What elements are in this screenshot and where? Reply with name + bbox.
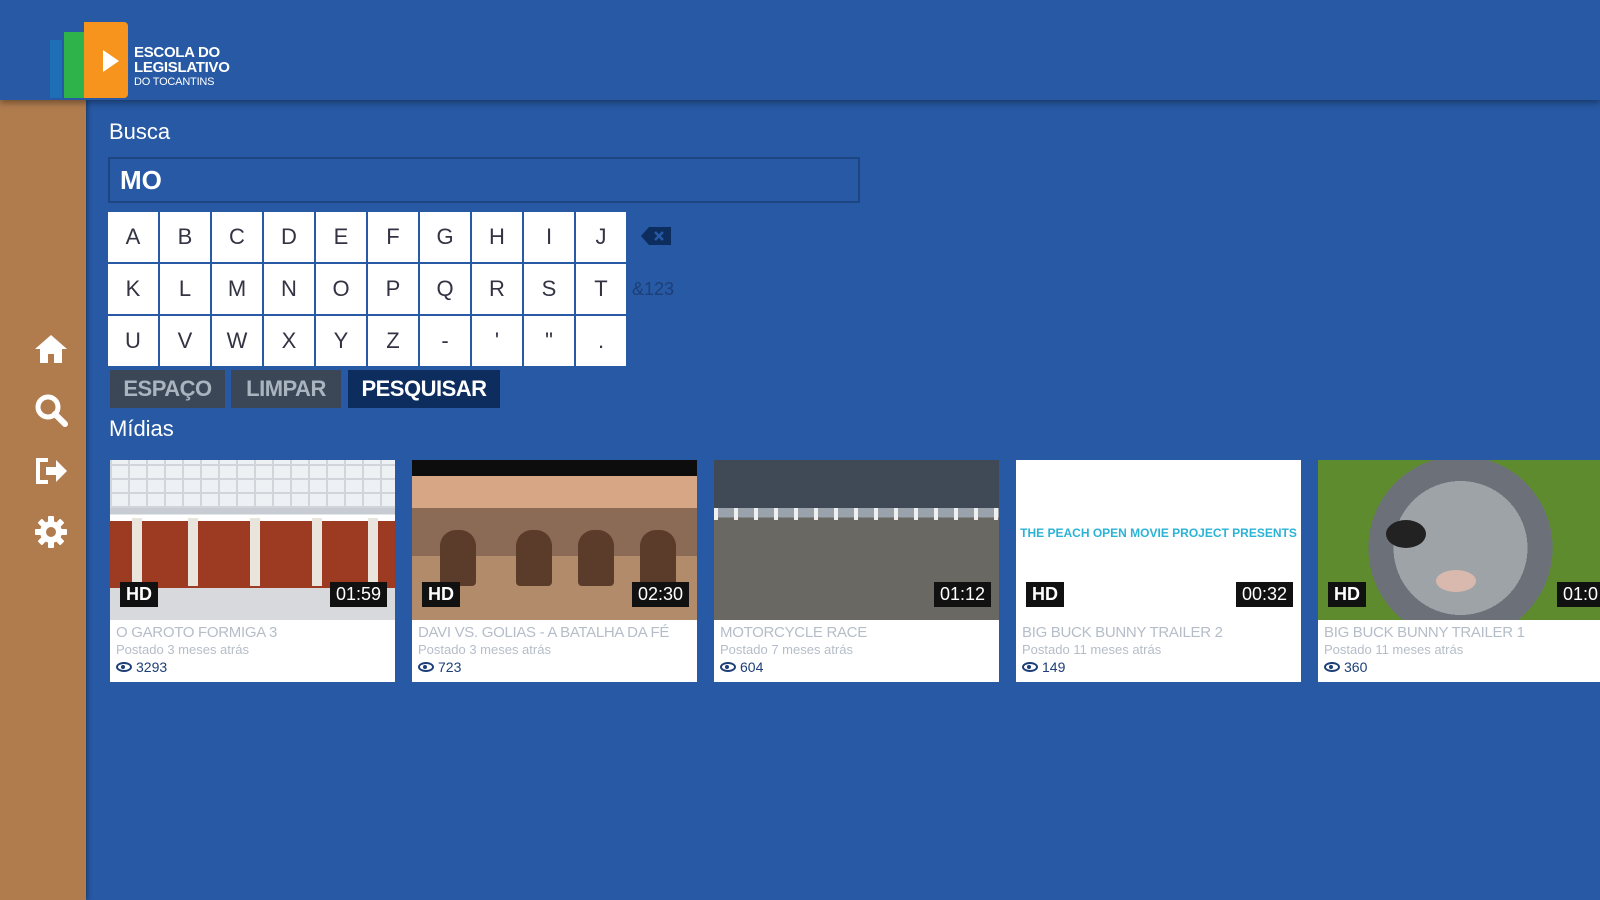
media-title: BIG BUCK BUNNY TRAILER 1	[1324, 624, 1525, 641]
eye-icon	[1022, 662, 1038, 672]
key[interactable]: -	[420, 316, 470, 366]
logo-mark	[48, 22, 130, 98]
view-count: 3293	[136, 659, 168, 675]
duration-badge: 01:12	[933, 582, 991, 607]
key[interactable]: F	[368, 212, 418, 262]
top-bar: ESCOLA DO LEGISLATIVO DO TOCANTINS	[0, 0, 1600, 100]
key[interactable]: B	[160, 212, 210, 262]
logo-text-line3: DO TOCANTINS	[134, 76, 215, 88]
sidebar-item-settings[interactable]	[32, 513, 70, 551]
key[interactable]: .	[576, 316, 626, 366]
duration-badge: 00:32	[1235, 582, 1293, 607]
thumbnail-caption: THE PEACH OPEN MOVIE PROJECT PRESENTS	[1020, 526, 1297, 540]
key[interactable]: H	[472, 212, 522, 262]
key[interactable]: U	[108, 316, 158, 366]
key[interactable]: R	[472, 264, 522, 314]
hd-badge: HD	[1328, 582, 1366, 607]
gear-icon	[35, 516, 67, 548]
key[interactable]: M	[212, 264, 262, 314]
key[interactable]: A	[108, 212, 158, 262]
key[interactable]: D	[264, 212, 314, 262]
search-input[interactable]: MO	[108, 157, 860, 203]
key[interactable]: X	[264, 316, 314, 366]
key[interactable]: L	[160, 264, 210, 314]
symbols-key[interactable]: &123	[632, 279, 674, 300]
eye-icon	[720, 662, 736, 672]
key[interactable]: J	[576, 212, 626, 262]
logo-text-line1: ESCOLA DO	[134, 44, 220, 61]
view-count: 360	[1344, 659, 1368, 675]
eye-icon	[1324, 662, 1340, 672]
sidebar-item-logout[interactable]	[32, 452, 70, 490]
key[interactable]: K	[108, 264, 158, 314]
duration-badge: 01:0	[1556, 582, 1600, 607]
media-title: MOTORCYCLE RACE	[720, 624, 867, 641]
key[interactable]: S	[524, 264, 574, 314]
eye-icon	[116, 662, 132, 672]
key[interactable]: E	[316, 212, 366, 262]
media-posted: Postado 11 meses atrás	[1022, 642, 1162, 657]
sidebar	[0, 100, 86, 900]
key[interactable]: Q	[420, 264, 470, 314]
media-card[interactable]: HD 02:30 DAVI VS. GOLIAS - A BATALHA DA …	[412, 460, 697, 682]
media-posted: Postado 11 meses atrás	[1324, 642, 1464, 657]
sidebar-item-home[interactable]	[32, 330, 70, 368]
sidebar-item-search[interactable]	[32, 391, 70, 429]
duration-badge: 01:59	[329, 582, 387, 607]
media-card[interactable]: HD 01:0 BIG BUCK BUNNY TRAILER 1 Postado…	[1318, 460, 1600, 682]
view-count: 149	[1042, 659, 1066, 675]
hd-badge: HD	[422, 582, 460, 607]
search-icon	[35, 394, 68, 427]
key[interactable]: "	[524, 316, 574, 366]
hd-badge: HD	[120, 582, 158, 607]
view-count: 723	[438, 659, 462, 675]
media-title: BIG BUCK BUNNY TRAILER 2	[1022, 624, 1223, 641]
logo-text-line2: LEGISLATIVO	[134, 59, 230, 76]
key[interactable]: T	[576, 264, 626, 314]
media-posted: Postado 7 meses atrás	[720, 642, 853, 657]
media-posted: Postado 3 meses atrás	[116, 642, 249, 657]
media-card[interactable]: HD 01:59 O GAROTO FORMIGA 3 Postado 3 me…	[110, 460, 395, 682]
media-card[interactable]: 01:12 MOTORCYCLE RACE Postado 7 meses at…	[714, 460, 999, 682]
space-button[interactable]: ESPAÇO	[110, 370, 225, 408]
key[interactable]: W	[212, 316, 262, 366]
backspace-icon[interactable]	[640, 226, 672, 246]
key[interactable]: I	[524, 212, 574, 262]
key[interactable]: V	[160, 316, 210, 366]
view-count: 604	[740, 659, 764, 675]
app-logo: ESCOLA DO LEGISLATIVO DO TOCANTINS	[48, 22, 230, 98]
search-label: Busca	[109, 119, 171, 144]
key[interactable]: N	[264, 264, 314, 314]
duration-badge: 02:30	[631, 582, 689, 607]
hd-badge: HD	[1026, 582, 1064, 607]
search-button[interactable]: PESQUISAR	[348, 370, 500, 408]
media-title: DAVI VS. GOLIAS - A BATALHA DA FÉ	[418, 624, 670, 641]
key[interactable]: G	[420, 212, 470, 262]
key[interactable]: C	[212, 212, 262, 262]
logout-icon	[36, 458, 67, 484]
media-section-title: Mídias	[109, 416, 174, 441]
media-posted: Postado 3 meses atrás	[418, 642, 551, 657]
key[interactable]: '	[472, 316, 522, 366]
key[interactable]: Y	[316, 316, 366, 366]
key[interactable]: P	[368, 264, 418, 314]
home-icon	[35, 335, 67, 363]
eye-icon	[418, 662, 434, 672]
media-card[interactable]: THE PEACH OPEN MOVIE PROJECT PRESENTS HD…	[1016, 460, 1301, 682]
media-title: O GAROTO FORMIGA 3	[116, 624, 278, 641]
key[interactable]: Z	[368, 316, 418, 366]
key[interactable]: O	[316, 264, 366, 314]
clear-button[interactable]: LIMPAR	[231, 370, 341, 408]
